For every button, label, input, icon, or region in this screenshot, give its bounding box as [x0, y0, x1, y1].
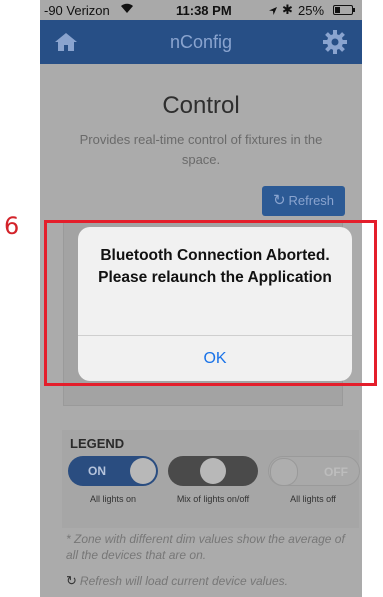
refresh-note-text: Refresh will load current device values. — [79, 574, 289, 588]
toggle-on-label: ON — [88, 464, 106, 478]
battery-label: 25% — [298, 3, 325, 18]
app-title: nConfig — [169, 32, 233, 52]
legend-caption-mix: Mix of lights on/off — [176, 494, 250, 504]
refresh-icon: ↻ — [66, 573, 77, 588]
refresh-button[interactable]: ↻ Refresh — [262, 186, 345, 216]
legend-toggle-mix — [168, 456, 258, 486]
status-bar: -90 Verizon 11:38 PM ✱ 25% — [40, 0, 362, 20]
location-icon — [268, 4, 278, 19]
toggle-knob — [130, 458, 156, 484]
legend-toggle-on: ON — [68, 456, 158, 486]
legend-panel: LEGEND ON All lights on Mix of lights on… — [62, 430, 360, 528]
toggle-knob — [270, 458, 298, 486]
navbar: nConfig — [40, 20, 362, 64]
page-description: Provides real-time control of fixtures i… — [79, 132, 323, 167]
bluetooth-icon: ✱ — [282, 2, 293, 17]
legend-title: LEGEND — [70, 436, 125, 451]
legend-caption-on: All lights on — [89, 494, 137, 504]
page-title: Control — [162, 92, 240, 119]
wifi-icon — [120, 2, 134, 17]
refresh-icon: ↻ — [272, 192, 286, 209]
legend-toggle-off: OFF — [268, 456, 360, 486]
battery-icon — [333, 5, 355, 15]
toggle-off-label: OFF — [324, 465, 348, 479]
refresh-note: ↻ Refresh will load current device values… — [66, 573, 288, 589]
annotation-highlight-box — [44, 220, 377, 386]
legend-caption-off: All lights off — [290, 494, 336, 504]
gear-icon[interactable] — [322, 29, 348, 55]
carrier-label: -90 Verizon — [44, 3, 110, 18]
annotation-number: 6 — [4, 212, 20, 240]
time-label: 11:38 PM — [176, 3, 232, 18]
refresh-button-label: Refresh — [288, 193, 335, 208]
legend-note: * Zone with different dim values show th… — [66, 532, 345, 562]
toggle-knob — [200, 458, 226, 484]
